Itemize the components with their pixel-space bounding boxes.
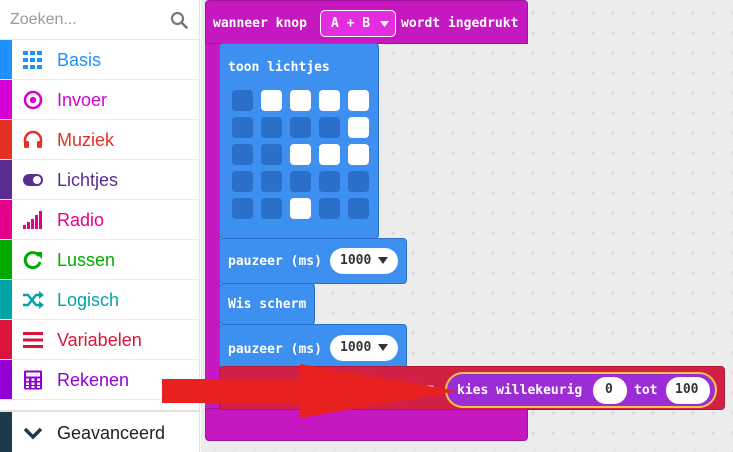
search-icon[interactable] (170, 11, 188, 29)
pick-random-block[interactable]: kies willekeurig 0 tot 100 (445, 372, 717, 408)
led-on[interactable] (290, 90, 311, 111)
led-on[interactable] (319, 90, 340, 111)
led-on[interactable] (348, 144, 369, 165)
pause-block[interactable]: pauzeer (ms) 1000 (219, 238, 407, 284)
caret-down-icon (378, 257, 388, 264)
shuffle-icon (23, 291, 44, 309)
random-to-input[interactable]: 100 (666, 377, 710, 404)
led-off[interactable] (232, 117, 253, 138)
category-label: Logisch (57, 290, 120, 310)
category-label: Radio (57, 210, 105, 230)
category-color-bar (0, 120, 12, 159)
category-label: Lussen (57, 250, 116, 270)
led-off[interactable] (261, 144, 282, 165)
led-off[interactable] (319, 117, 340, 138)
caret-down-icon (380, 21, 389, 27)
category-label: Basis (57, 50, 102, 70)
category-color-bar (0, 40, 12, 79)
led-off[interactable] (232, 144, 253, 165)
chevron-down-icon (23, 427, 43, 440)
led-off[interactable] (319, 198, 340, 219)
event-label-before: wanneer knop (213, 16, 307, 31)
led-on[interactable] (319, 144, 340, 165)
category-invoer[interactable]: Invoer (0, 80, 200, 120)
pause-duration-value: 1000 (340, 253, 372, 268)
headphones-icon (23, 130, 43, 148)
category-variabelen[interactable]: Variabelen (0, 320, 200, 360)
signal-icon (23, 211, 42, 229)
calculator-icon (24, 370, 42, 390)
list-icon (23, 332, 43, 348)
category-lussen[interactable]: Lussen (0, 240, 200, 280)
search-bar (0, 0, 200, 40)
led-off[interactable] (290, 117, 311, 138)
category-color-bar (0, 160, 12, 199)
show-leds-label: toon lichtjes (228, 60, 330, 75)
refresh-icon (23, 251, 42, 270)
caret-down-icon (378, 344, 388, 351)
led-off[interactable] (232, 171, 253, 192)
category-color-bar (0, 240, 12, 279)
category-label: Geavanceerd (57, 423, 166, 443)
led-off[interactable] (261, 198, 282, 219)
led-on[interactable] (348, 90, 369, 111)
random-to-label: tot (634, 383, 658, 398)
search-input[interactable] (10, 6, 160, 34)
button-select-value: A + B (331, 16, 371, 31)
category-lichtjes[interactable]: Lichtjes (0, 160, 200, 200)
event-label-after: wordt ingedrukt (401, 16, 519, 31)
pause-duration-dropdown[interactable]: 1000 (330, 335, 398, 361)
led-off[interactable] (261, 171, 282, 192)
button-select-dropdown[interactable]: A + B (320, 10, 396, 37)
led-on[interactable] (261, 90, 282, 111)
led-off[interactable] (290, 171, 311, 192)
led-off[interactable] (348, 171, 369, 192)
category-logisch[interactable]: Logisch (0, 280, 200, 320)
target-icon (23, 90, 43, 110)
red-arrow-annotation (162, 364, 458, 418)
led-off[interactable] (319, 171, 340, 192)
category-color-bar (0, 80, 12, 119)
category-label: Muziek (57, 130, 115, 150)
on-button-pressed-block[interactable]: wanneer knop A + B wordt ingedrukt (205, 0, 528, 44)
category-label: Rekenen (57, 370, 130, 390)
category-basis[interactable]: Basis (0, 40, 200, 80)
category-color-bar (0, 360, 12, 399)
category-label: Variabelen (57, 330, 142, 350)
pause-label: pauzeer (ms) (228, 342, 322, 357)
pick-random-label: kies willekeurig (457, 383, 583, 398)
pause-duration-dropdown[interactable]: 1000 (330, 248, 398, 274)
led-on[interactable] (290, 144, 311, 165)
category-color-bar (0, 320, 12, 359)
pause-label: pauzeer (ms) (228, 254, 322, 269)
category-muziek[interactable]: Muziek (0, 120, 200, 160)
pause-duration-value: 1000 (340, 340, 372, 355)
random-from-input[interactable]: 0 (593, 377, 627, 404)
category-radio[interactable]: Radio (0, 200, 200, 240)
led-on[interactable] (290, 198, 311, 219)
category-color-bar (0, 200, 12, 239)
event-block-body (205, 43, 220, 413)
led-off[interactable] (232, 90, 253, 111)
led-off[interactable] (232, 198, 253, 219)
clear-screen-label: Wis scherm (228, 297, 307, 312)
grid-icon (23, 51, 42, 69)
category-color-bar (0, 280, 12, 319)
random-from-value: 0 (605, 382, 613, 397)
led-off[interactable] (348, 198, 369, 219)
clear-screen-block[interactable]: Wis scherm (219, 283, 315, 325)
toggle-icon (23, 174, 43, 186)
category-label: Invoer (57, 90, 108, 110)
category-color-bar (0, 412, 12, 452)
random-to-value: 100 (675, 382, 699, 397)
led-off[interactable] (261, 117, 282, 138)
led-on[interactable] (348, 117, 369, 138)
category-label: Lichtjes (57, 170, 119, 190)
